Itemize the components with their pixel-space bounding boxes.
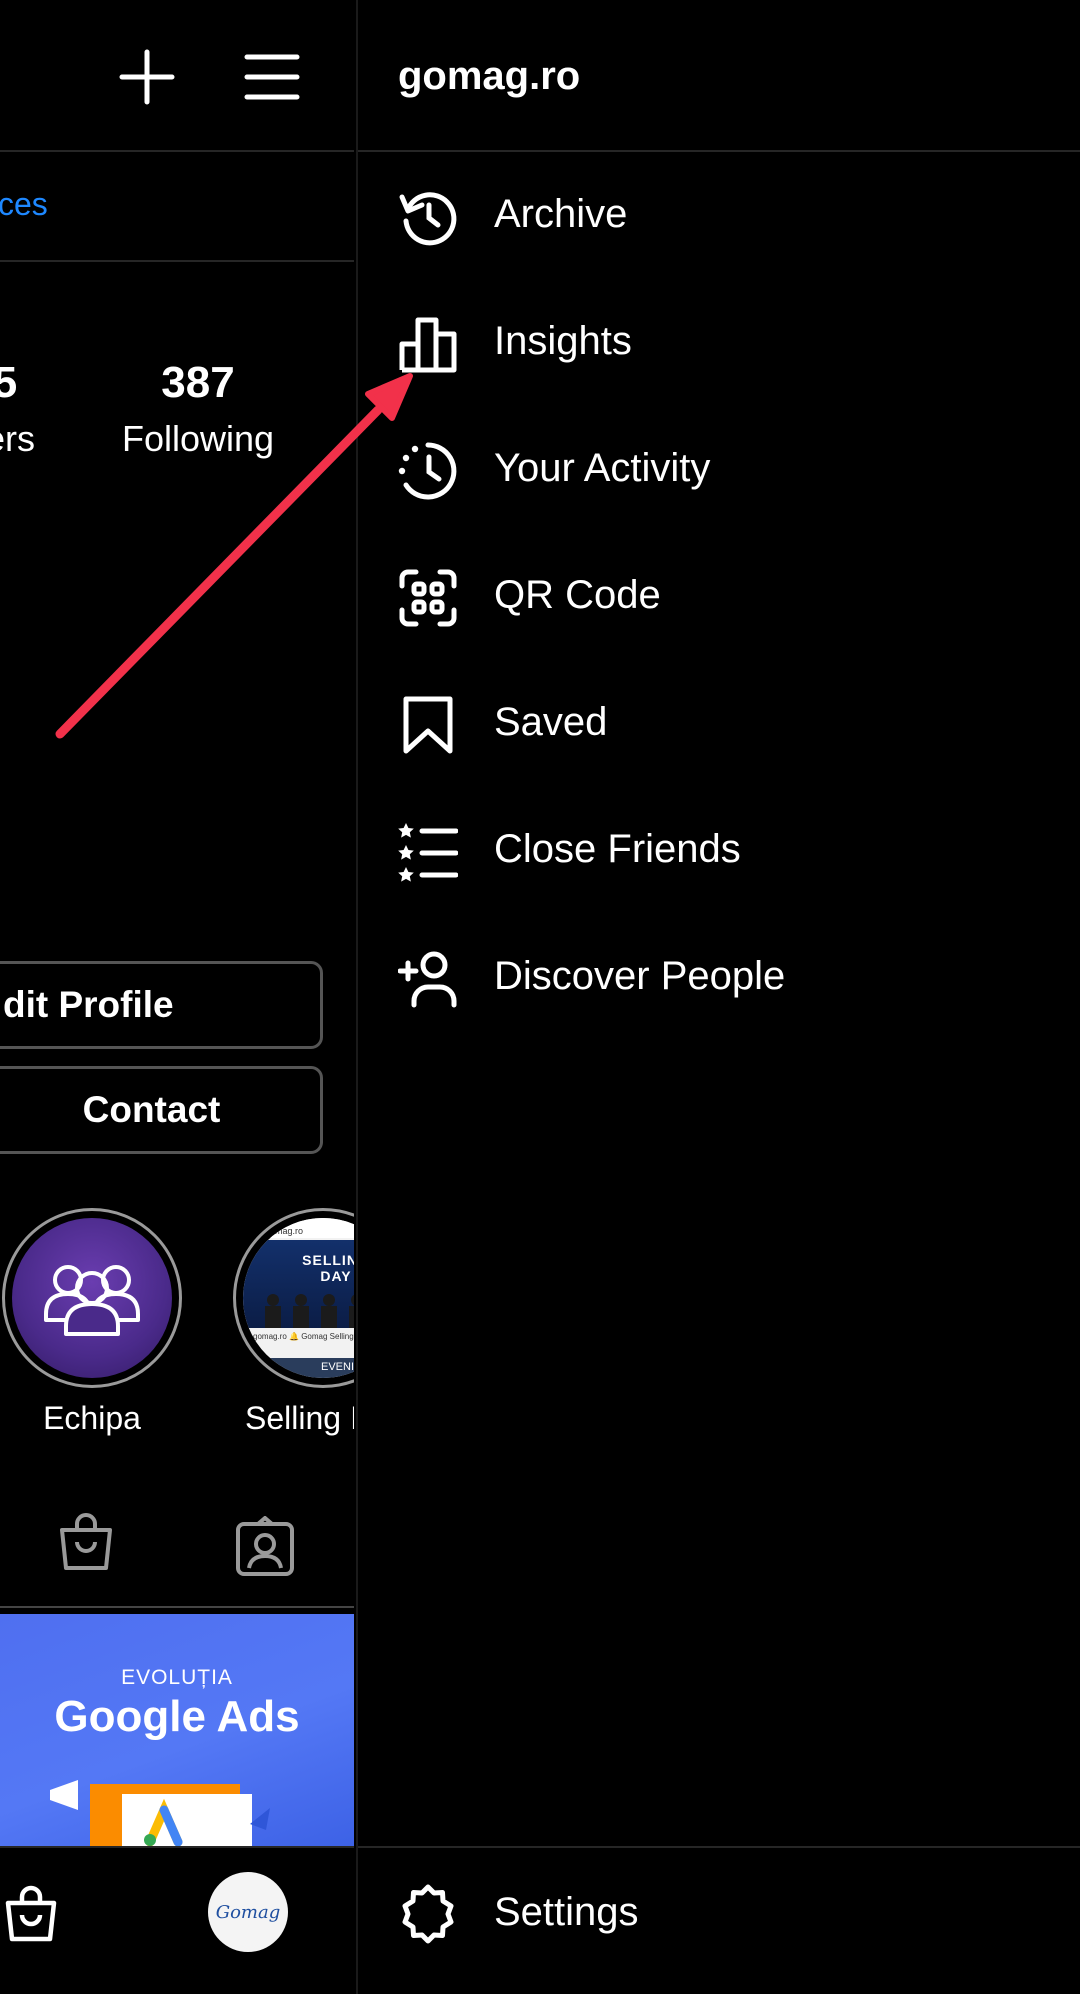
post-thumbnail-google-ads[interactable]: EVOLUȚIA Google Ads	[0, 1614, 354, 1846]
drawer-header-divider	[358, 150, 1080, 152]
highlight-selling-day-label: Selling I	[245, 1400, 354, 1436]
shop-tab-icon[interactable]	[56, 1510, 116, 1574]
team-group-icon	[44, 1265, 140, 1336]
menu-item-label: QR Code	[494, 573, 661, 617]
avatar-logo-text: Gomag	[215, 1901, 281, 1923]
profile-menu-drawer: gomag.ro Archive Insights Your Activity …	[356, 0, 1080, 1994]
post-title: Google Ads	[54, 1692, 300, 1741]
menu-hamburger-icon[interactable]	[244, 52, 300, 102]
menu-item-archive[interactable]: Archive	[358, 162, 1080, 272]
add-person-icon	[397, 949, 458, 1009]
edit-profile-button[interactable]: dit Profile	[0, 961, 323, 1049]
menu-item-insights[interactable]: Insights	[358, 289, 1080, 399]
followers-label[interactable]: ers	[0, 418, 40, 460]
tabs-underline	[0, 1606, 354, 1608]
menu-item-qr-code[interactable]: QR Code	[358, 543, 1080, 653]
professional-dashboard-link[interactable]: ces	[0, 186, 48, 223]
followers-count[interactable]: 5	[0, 358, 20, 408]
qr-code-icon	[398, 568, 458, 628]
profile-background-panel: ces 5 ers 387 Following dit Profile Cont…	[0, 0, 354, 1994]
bottom-nav-divider	[0, 1846, 354, 1848]
highlight-echipa-cover	[12, 1218, 172, 1378]
header-divider	[0, 150, 354, 152]
highlight-echipa-label: Echipa	[43, 1400, 141, 1436]
profile-avatar[interactable]: Gomag	[208, 1872, 288, 1952]
gear-icon	[398, 1884, 458, 1944]
activity-icon	[398, 441, 458, 501]
menu-item-label: Settings	[494, 1890, 639, 1934]
menu-item-label: Your Activity	[494, 446, 711, 490]
menu-item-your-activity[interactable]: Your Activity	[358, 416, 1080, 526]
menu-item-discover-people[interactable]: Discover People	[358, 924, 1080, 1034]
create-plus-icon[interactable]	[118, 48, 176, 106]
post-kicker: EVOLUȚIA	[121, 1666, 233, 1689]
menu-item-label: Saved	[494, 700, 608, 744]
menu-item-label: Discover People	[494, 954, 786, 998]
section-divider	[0, 260, 354, 262]
menu-item-settings[interactable]: Settings	[358, 1858, 1080, 1968]
tagged-tab-icon[interactable]	[234, 1515, 296, 1578]
menu-item-label: Insights	[494, 319, 632, 363]
menu-item-saved[interactable]: Saved	[358, 670, 1080, 780]
following-label[interactable]: Following	[108, 418, 288, 460]
following-count[interactable]: 387	[118, 358, 278, 408]
bookmark-icon	[398, 695, 458, 755]
insights-icon	[398, 314, 458, 374]
shop-nav-icon[interactable]	[4, 1885, 58, 1943]
post-illustration	[50, 1780, 270, 1846]
menu-item-label: Close Friends	[494, 827, 741, 871]
drawer-username-title: gomag.ro	[398, 54, 581, 98]
contact-button[interactable]: Contact	[0, 1066, 323, 1154]
close-friends-icon	[398, 822, 459, 882]
archive-icon	[398, 187, 458, 247]
menu-item-close-friends[interactable]: Close Friends	[358, 797, 1080, 907]
menu-item-label: Archive	[494, 192, 628, 236]
drawer-footer-divider	[358, 1846, 1080, 1848]
